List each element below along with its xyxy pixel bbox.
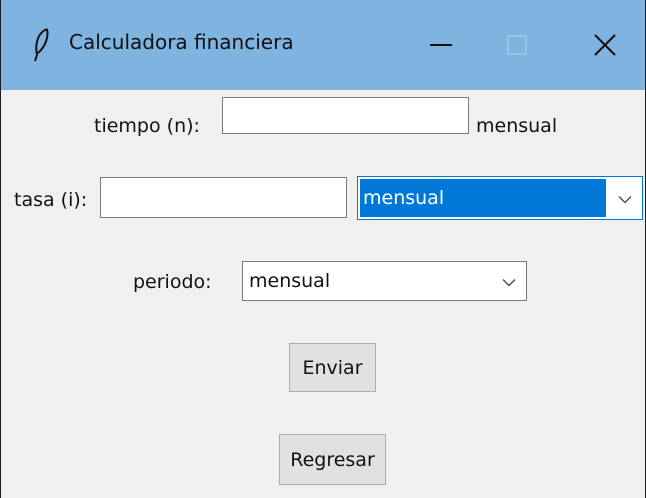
chevron-down-icon bbox=[618, 189, 632, 208]
tiempo-input[interactable] bbox=[223, 98, 468, 133]
close-button[interactable] bbox=[565, 0, 645, 90]
title-bar[interactable]: Calculadora financiera bbox=[1, 0, 645, 90]
feather-icon bbox=[31, 27, 51, 63]
tasa-label: tasa (i): bbox=[14, 189, 88, 211]
regresar-button[interactable]: Regresar bbox=[279, 434, 386, 485]
maximize-button[interactable] bbox=[477, 0, 557, 90]
tiempo-entry[interactable] bbox=[222, 97, 469, 134]
tasa-period-value: mensual bbox=[363, 187, 445, 209]
app-window: Calculadora financiera tiempo (n): mensu… bbox=[0, 0, 646, 498]
periodo-value: mensual bbox=[249, 270, 331, 292]
tiempo-unit-label: mensual bbox=[476, 115, 558, 137]
periodo-label: periodo: bbox=[133, 271, 212, 293]
minimize-button[interactable] bbox=[401, 0, 481, 90]
chevron-down-icon bbox=[502, 272, 516, 291]
tasa-period-select[interactable]: mensual bbox=[357, 176, 643, 220]
tiempo-label: tiempo (n): bbox=[94, 115, 200, 137]
tasa-input[interactable] bbox=[101, 178, 346, 217]
tasa-entry[interactable] bbox=[100, 177, 347, 218]
window-title: Calculadora financiera bbox=[69, 30, 294, 54]
enviar-button[interactable]: Enviar bbox=[289, 343, 376, 392]
periodo-select[interactable]: mensual bbox=[242, 261, 527, 301]
